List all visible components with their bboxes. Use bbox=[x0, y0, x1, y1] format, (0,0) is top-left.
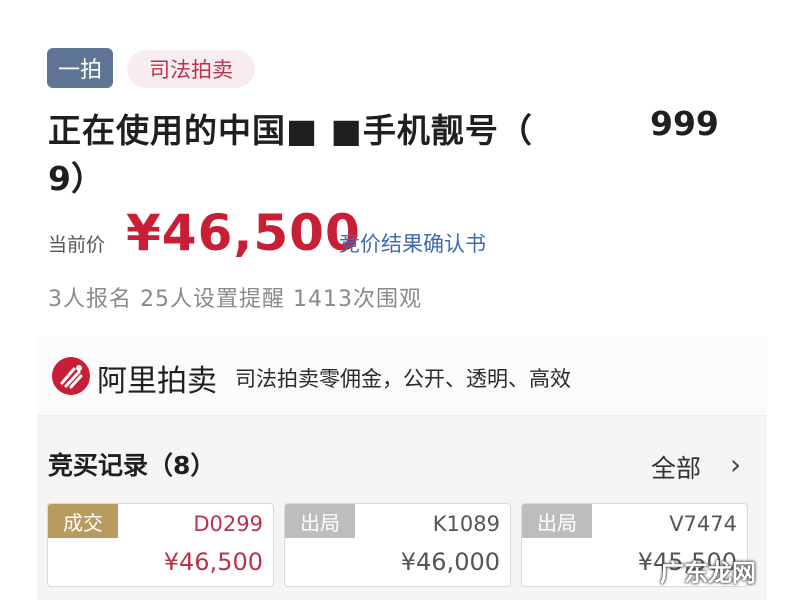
bid-status-badge: 成交 bbox=[48, 504, 118, 538]
bidder-code: D0299 bbox=[193, 512, 263, 536]
bidder-code: V7474 bbox=[669, 512, 737, 536]
auction-round-tag: 一拍 bbox=[47, 48, 113, 88]
chevron-right-icon[interactable]: › bbox=[730, 448, 741, 481]
bid-status-badge: 出局 bbox=[522, 504, 592, 538]
bid-amount: ¥46,000 bbox=[400, 548, 500, 576]
site-watermark: 广东龙网 bbox=[660, 559, 756, 587]
item-title-line2: 9） bbox=[48, 159, 104, 198]
item-title-line1: 正在使用的中国■ ■手机靓号（ bbox=[48, 111, 533, 150]
ali-auction-slogan: 司法拍卖零佣金，公开、透明、高效 bbox=[235, 367, 571, 391]
current-price-value: ¥46,500 bbox=[126, 204, 361, 262]
bid-amount: ¥46,500 bbox=[163, 548, 263, 576]
item-title-number: 999 bbox=[650, 104, 719, 143]
view-all-link[interactable]: 全部 bbox=[651, 449, 701, 485]
bid-record-card[interactable]: 成交 D0299 ¥46,500 bbox=[47, 503, 274, 587]
bidder-code: K1089 bbox=[432, 512, 500, 536]
ali-auction-brand: 阿里拍卖 bbox=[97, 364, 217, 399]
bid-records-title: 竞买记录（8） bbox=[48, 451, 216, 480]
auction-stats: 3人报名 25人设置提醒 1413次围观 bbox=[48, 287, 422, 312]
bid-record-card[interactable]: 出局 K1089 ¥46,000 bbox=[284, 503, 511, 587]
judicial-auction-tag: 司法拍卖 bbox=[127, 50, 255, 88]
current-price-label: 当前价 bbox=[48, 234, 106, 256]
bid-status-badge: 出局 bbox=[285, 504, 355, 538]
ali-auction-logo-icon bbox=[52, 357, 90, 395]
bid-result-confirmation-link[interactable]: 竞价结果确认书 bbox=[339, 228, 486, 258]
